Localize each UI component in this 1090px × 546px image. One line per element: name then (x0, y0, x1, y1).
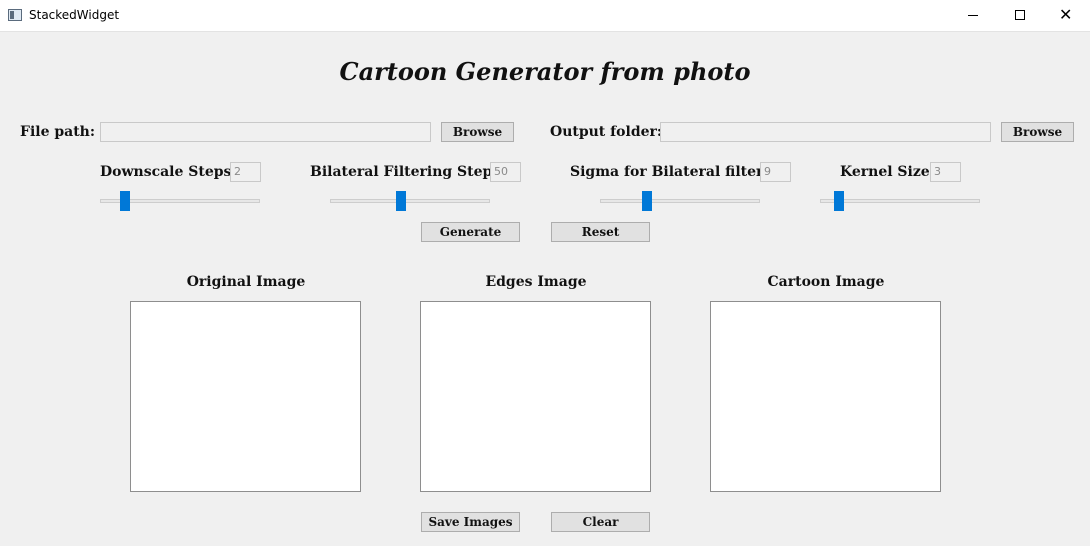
close-icon: ✕ (1059, 5, 1073, 24)
kernel-size-slider[interactable] (820, 191, 980, 211)
slider-groove (600, 199, 760, 203)
cartoon-image-panel (710, 301, 941, 492)
minimize-button-area[interactable] (950, 0, 996, 31)
edges-image-panel (420, 301, 651, 492)
file-path-label: File path: (20, 124, 96, 140)
maximize-icon (1015, 10, 1025, 20)
slider-handle[interactable] (120, 191, 130, 211)
sigma-slider[interactable] (600, 191, 760, 211)
original-image-panel (130, 301, 361, 492)
edges-image-title: Edges Image (485, 274, 587, 290)
maximize-button-area[interactable] (997, 0, 1043, 31)
clear-button[interactable]: Clear (551, 512, 650, 532)
save-images-button[interactable]: Save Images (421, 512, 520, 532)
slider-groove (330, 199, 490, 203)
slider-handle[interactable] (834, 191, 844, 211)
window-titlebar: StackedWidget (0, 0, 1090, 32)
downscale-steps-label: Downscale Steps: (100, 164, 237, 180)
slider-handle[interactable] (642, 191, 652, 211)
bilateral-steps-slider[interactable] (330, 191, 490, 211)
file-path-browse-button[interactable]: Browse (441, 122, 514, 142)
reset-button[interactable]: Reset (551, 222, 650, 242)
page-title: Cartoon Generator from photo (339, 57, 751, 86)
cartoon-image-title: Cartoon Image (767, 274, 885, 290)
original-image-title: Original Image (186, 274, 306, 290)
kernel-size-label: Kernel Size: (840, 164, 935, 180)
bilateral-steps-label: Bilateral Filtering Steps: (310, 164, 506, 180)
bilateral-steps-spinbox[interactable]: 50 (490, 162, 521, 182)
sigma-label: Sigma for Bilateral filter: (570, 164, 769, 180)
downscale-steps-spinbox[interactable]: 2 (230, 162, 261, 182)
kernel-size-spinbox[interactable]: 3 (930, 162, 961, 182)
close-button[interactable]: ✕ (1043, 0, 1089, 31)
sigma-spinbox[interactable]: 9 (760, 162, 791, 182)
slider-handle[interactable] (396, 191, 406, 211)
output-folder-label: Output folder: (550, 124, 663, 140)
slider-groove (820, 199, 980, 203)
output-folder-input[interactable] (660, 122, 991, 142)
app-window-icon (8, 9, 22, 21)
minimize-icon (968, 15, 978, 16)
downscale-steps-slider[interactable] (100, 191, 260, 211)
window-title: StackedWidget (29, 8, 120, 22)
generate-button[interactable]: Generate (421, 222, 520, 242)
output-folder-browse-button[interactable]: Browse (1001, 122, 1074, 142)
file-path-input[interactable] (100, 122, 431, 142)
